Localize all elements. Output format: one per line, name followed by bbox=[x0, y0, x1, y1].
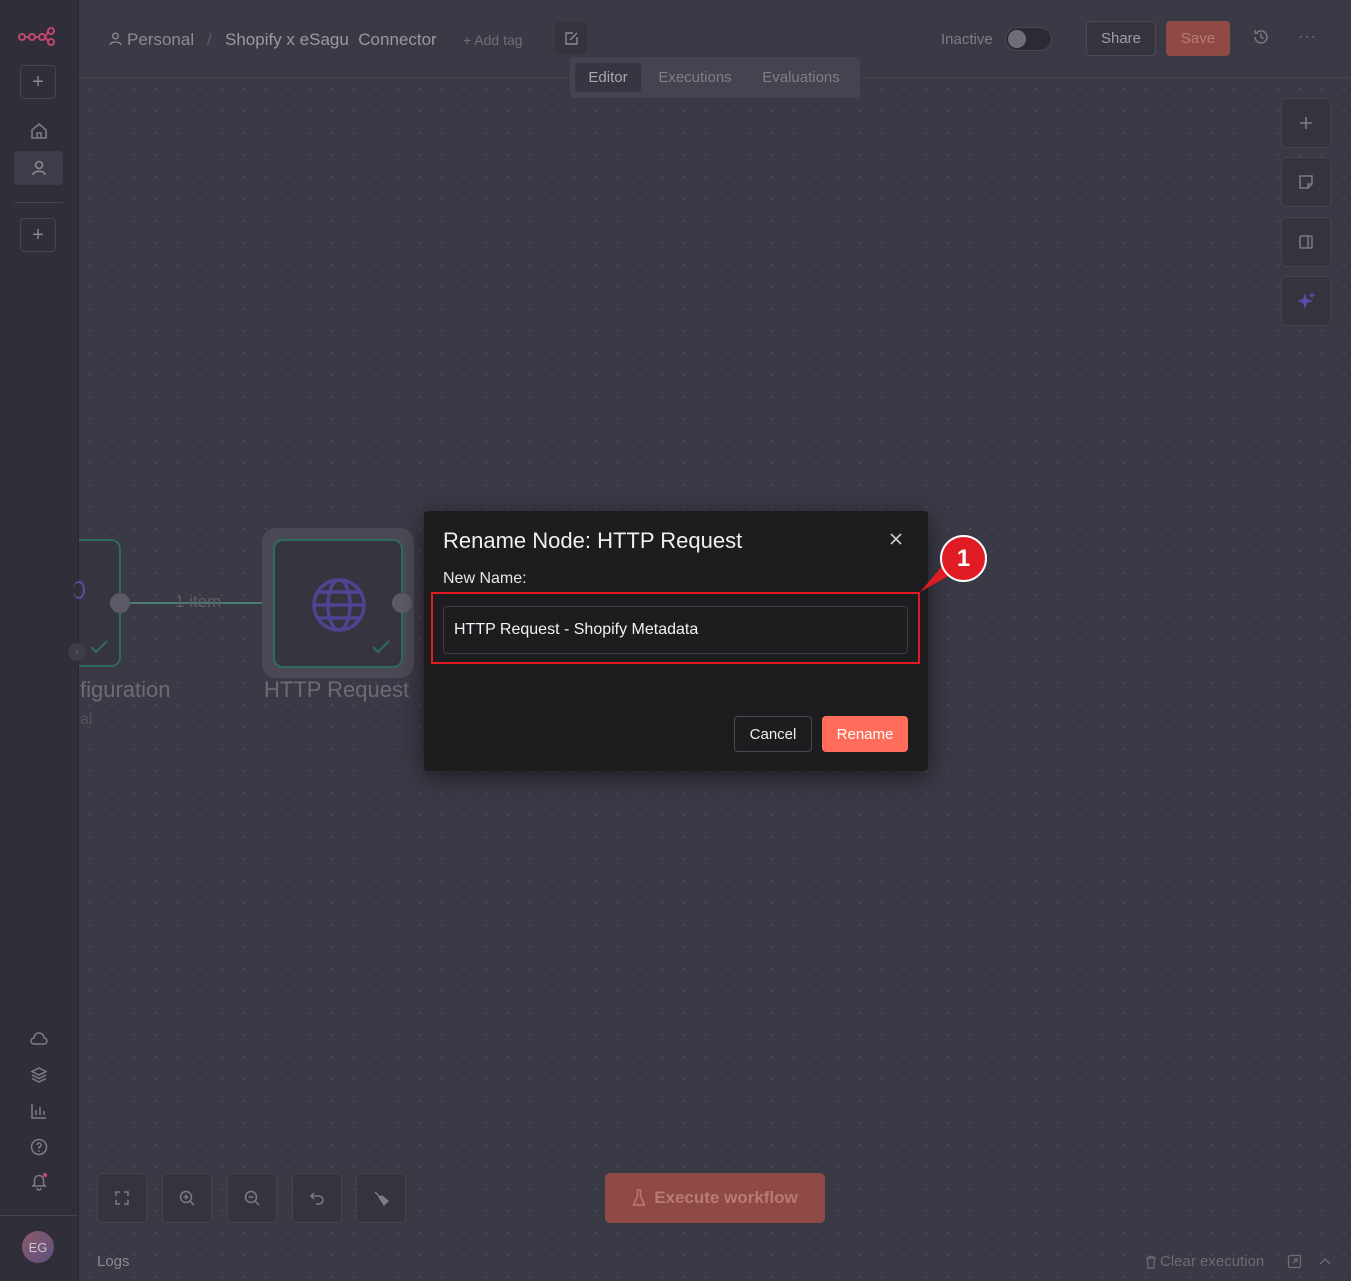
sidebar: + + EG bbox=[0, 0, 79, 1281]
active-status-label: Inactive bbox=[941, 31, 993, 48]
new-name-label: New Name: bbox=[443, 570, 527, 587]
add-tag-button[interactable]: + Add tag bbox=[463, 32, 523, 48]
node-label-configuration: figuration bbox=[80, 677, 171, 702]
tab-editor[interactable]: Editor bbox=[575, 63, 641, 92]
active-toggle[interactable] bbox=[1005, 27, 1052, 51]
add-node-button[interactable] bbox=[1281, 98, 1331, 148]
add-button[interactable]: + bbox=[20, 65, 56, 99]
share-button[interactable]: Share bbox=[1086, 21, 1156, 56]
zoom-in-icon[interactable] bbox=[162, 1173, 212, 1223]
avatar[interactable]: EG bbox=[22, 1231, 54, 1263]
personal-nav-item[interactable] bbox=[14, 151, 63, 185]
tidy-up-broom-icon[interactable] bbox=[356, 1173, 406, 1223]
cloud-icon[interactable] bbox=[28, 1028, 50, 1050]
execute-workflow-button[interactable]: Execute workflow bbox=[605, 1173, 825, 1223]
node-icon-fragment bbox=[73, 581, 85, 599]
ai-assistant-sparkle-icon[interactable] bbox=[1281, 276, 1331, 326]
tab-executions[interactable]: Executions bbox=[649, 63, 741, 92]
clear-execution-label: Clear execution bbox=[1160, 1253, 1265, 1270]
more-options-icon[interactable]: ··· bbox=[1298, 28, 1318, 48]
http-output-handle[interactable] bbox=[392, 593, 412, 613]
tab-evaluations[interactable]: Evaluations bbox=[750, 63, 852, 92]
success-check-icon bbox=[372, 640, 390, 654]
annotation-highlight-box bbox=[431, 592, 920, 664]
flask-icon bbox=[632, 1189, 646, 1206]
trash-icon bbox=[1146, 1255, 1156, 1269]
close-icon[interactable] bbox=[888, 531, 910, 553]
view-tabs: Editor Executions Evaluations bbox=[570, 57, 860, 98]
workflow-name[interactable]: Shopify x eSagu Connector bbox=[225, 30, 437, 50]
node-sublabel: al bbox=[80, 711, 93, 728]
breadcrumb-separator: / bbox=[207, 30, 212, 49]
divider bbox=[0, 1215, 78, 1216]
save-button[interactable]: Save bbox=[1166, 21, 1230, 56]
expand-chevron-icon[interactable]: › bbox=[68, 643, 86, 661]
side-panel-icon[interactable] bbox=[1281, 217, 1331, 267]
breadcrumb-project[interactable]: Personal bbox=[127, 30, 194, 50]
notifications-bell-icon[interactable] bbox=[28, 1171, 50, 1193]
n8n-logo-icon[interactable] bbox=[18, 26, 56, 46]
edit-description-icon[interactable] bbox=[555, 22, 587, 54]
node-label-http-request: HTTP Request bbox=[264, 677, 410, 702]
success-check-icon bbox=[90, 640, 108, 654]
home-icon[interactable] bbox=[28, 120, 50, 142]
history-icon[interactable] bbox=[1252, 28, 1272, 48]
dialog-title: Rename Node: HTTP Request bbox=[443, 528, 743, 553]
pop-out-icon[interactable] bbox=[1287, 1254, 1302, 1274]
rename-button[interactable]: Rename bbox=[822, 716, 908, 752]
templates-icon[interactable] bbox=[28, 1064, 50, 1086]
user-icon bbox=[109, 32, 122, 46]
zoom-out-icon[interactable] bbox=[227, 1173, 277, 1223]
clear-execution-button[interactable]: Clear execution bbox=[1145, 1253, 1264, 1270]
help-icon[interactable] bbox=[28, 1136, 50, 1158]
chevron-up-icon[interactable] bbox=[1318, 1254, 1332, 1272]
annotation-number-badge: 1 bbox=[940, 535, 987, 582]
add-project-button[interactable]: + bbox=[20, 218, 56, 252]
output-handle[interactable] bbox=[110, 593, 130, 613]
fit-view-icon[interactable] bbox=[97, 1173, 147, 1223]
globe-icon bbox=[312, 578, 366, 632]
insights-icon[interactable] bbox=[28, 1100, 50, 1122]
undo-icon[interactable] bbox=[292, 1173, 342, 1223]
logs-label[interactable]: Logs bbox=[97, 1253, 130, 1270]
http-request-node[interactable] bbox=[273, 539, 403, 668]
connection-item-count: 1 item bbox=[175, 592, 222, 611]
divider bbox=[14, 202, 63, 203]
sticky-note-icon[interactable] bbox=[1281, 157, 1331, 207]
execute-workflow-label: Execute workflow bbox=[654, 1188, 798, 1207]
cancel-button[interactable]: Cancel bbox=[734, 716, 812, 752]
